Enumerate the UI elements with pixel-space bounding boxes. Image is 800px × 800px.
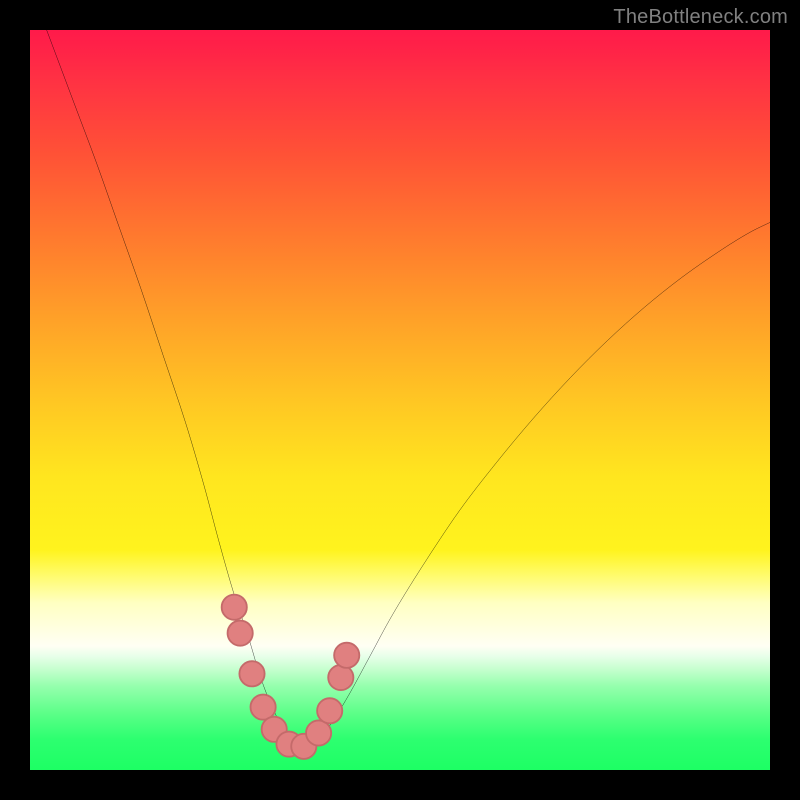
chart-svg: [30, 30, 770, 770]
plot-area: [30, 30, 770, 770]
watermark-text: TheBottleneck.com: [613, 6, 788, 29]
curve-marker: [306, 720, 331, 745]
curve-marker: [317, 698, 342, 723]
curve-marker: [251, 695, 276, 720]
curve-marker: [239, 661, 264, 686]
bottleneck-curve-path: [30, 30, 770, 748]
curve-marker: [222, 595, 247, 620]
curve-marker: [228, 621, 253, 646]
curve-marker: [328, 665, 353, 690]
outer-frame: TheBottleneck.com: [0, 0, 800, 800]
curve-marker: [334, 643, 359, 668]
